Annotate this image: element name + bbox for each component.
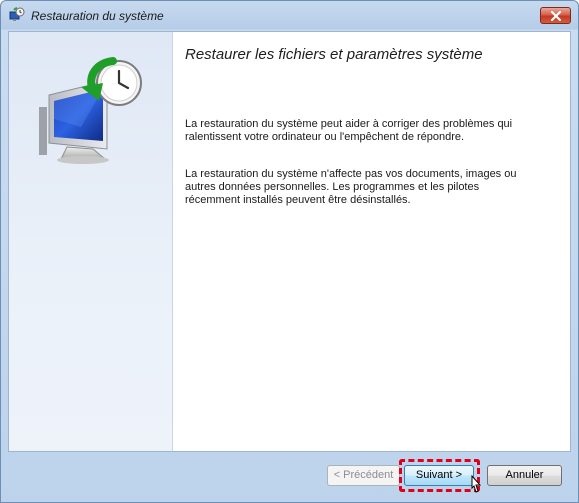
description-paragraph-1: La restauration du système peut aider à …	[185, 118, 513, 143]
window-title: Restauration du système	[31, 9, 164, 23]
wizard-body: Restaurer les fichiers et paramètres sys…	[8, 31, 571, 452]
description-paragraph-2: La restauration du système n'affecte pas…	[185, 168, 517, 206]
previous-button[interactable]: < Précédent	[327, 465, 400, 486]
monitor-clock-restore-icon	[39, 57, 142, 164]
system-restore-window: Restauration du système Restaurer les fi…	[0, 0, 579, 503]
button-bar: < Précédent Suivant > Annuler	[8, 452, 571, 495]
close-icon	[550, 11, 562, 21]
wizard-side-panel	[9, 32, 173, 451]
close-button[interactable]	[540, 7, 571, 24]
next-button[interactable]: Suivant >	[404, 465, 474, 486]
wizard-content: Restaurer les fichiers et paramètres sys…	[185, 32, 560, 451]
title-bar[interactable]: Restauration du système	[1, 1, 578, 31]
page-heading: Restaurer les fichiers et paramètres sys…	[185, 46, 483, 63]
system-restore-icon	[9, 7, 25, 23]
mouse-pointer-icon	[471, 475, 482, 493]
cancel-button[interactable]: Annuler	[487, 465, 562, 486]
